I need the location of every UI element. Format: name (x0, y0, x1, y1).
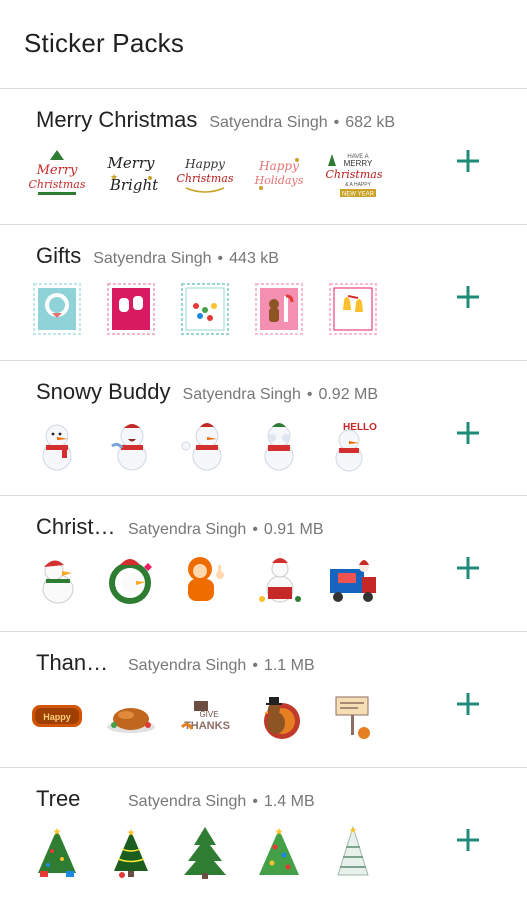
pack-title: Than… (36, 650, 109, 675)
add-pack-button[interactable] (453, 825, 483, 855)
pack-size: 1.1 MB (263, 657, 315, 674)
add-pack-button[interactable] (453, 553, 483, 583)
pack-author: Satyendra Singh (128, 793, 247, 810)
snowman-wave-icon (28, 416, 86, 474)
pack-author: Satyendra Singh (93, 250, 212, 267)
svg-text:Happy: Happy (258, 159, 299, 173)
plus-icon (457, 286, 479, 308)
pack-meta: Satyendra Singh • 0.91 MB (128, 521, 324, 538)
svg-text:★: ★ (275, 827, 284, 838)
give-thanks-text-icon: GIVE THANKS (176, 687, 234, 745)
pack-title: Snowy Buddy (36, 379, 171, 404)
wreath-stamp-icon (28, 280, 86, 338)
pack-size: 443 kB (229, 250, 279, 267)
ornament-tree-icon: ★ (250, 823, 308, 881)
pack-item-snowy-buddy[interactable]: Snowy Buddy Satyendra Singh • 0.92 MB HELL… (0, 360, 527, 495)
light-tree-icon: ★ (102, 823, 160, 881)
pack-meta: Satyendra Singh • 1.4 MB (128, 793, 315, 810)
svg-text:GIVE: GIVE (199, 710, 218, 719)
pack-size: 0.91 MB (263, 521, 324, 538)
plus-icon (457, 557, 479, 579)
happy-thanksgiving-text-icon: Happy (28, 687, 86, 745)
svg-text:NEW YEAR: NEW YEAR (342, 192, 375, 198)
bells-stamp-icon (324, 280, 382, 338)
pack-author: Satyendra Singh (209, 114, 328, 131)
app-bar: Sticker Packs (0, 0, 527, 86)
pack-author: Satyendra Singh (182, 386, 301, 403)
svg-text:★: ★ (127, 828, 136, 839)
snowman-laugh-icon (102, 416, 160, 474)
snowman-cover-face-icon (250, 416, 308, 474)
pack-item-thanksgiving[interactable]: Than… Satyendra Singh • 1.1 MB Happy GIVE T… (0, 631, 527, 766)
pack-meta: Satyendra Singh • 682 kB (209, 114, 396, 131)
pack-meta: Satyendra Singh • 443 kB (93, 250, 279, 267)
happy-holidays-text-icon: Happy Holidays (250, 144, 308, 202)
snowman-thumbs-up-icon (176, 416, 234, 474)
pack-title: Gifts (36, 243, 82, 268)
svg-text:Happy: Happy (43, 712, 71, 722)
pack-item-christmas-goose[interactable]: Christ… Satyendra Singh • 0.91 MB (0, 495, 527, 630)
svg-text:Christmas: Christmas (177, 172, 234, 185)
page-title: Sticker Packs (24, 27, 185, 58)
add-pack-button[interactable] (453, 418, 483, 448)
pack-title: Tree (36, 786, 81, 811)
ornaments-stamp-icon (176, 280, 234, 338)
santa-truck-icon (324, 551, 382, 609)
goose-wreath-icon (102, 551, 160, 609)
gingerbread-stamp-icon (250, 280, 308, 338)
pack-item-tree[interactable]: Tree Satyendra Singh • 1.4 MB ★ ★ ★ ★ (0, 767, 527, 902)
roast-turkey-icon (102, 687, 160, 745)
merry-bright-text-icon: Merry ★ Bright (102, 144, 160, 202)
svg-text:Merry: Merry (106, 154, 155, 172)
mittens-stamp-icon (102, 280, 160, 338)
pack-size: 0.92 MB (318, 386, 379, 403)
merry-christmas-new-year-text-icon: HAVE A MERRY Christmas & A HAPPY NEW YEAR (324, 144, 382, 202)
plus-icon (457, 422, 479, 444)
add-pack-button[interactable] (453, 146, 483, 176)
add-pack-button[interactable] (453, 689, 483, 719)
snowman-hello-icon: HELLO (324, 416, 382, 474)
merry-christmas-text-icon: Merry Christmas (28, 144, 86, 202)
svg-text:Merry: Merry (36, 163, 78, 178)
santa-goose-icon (28, 551, 86, 609)
plus-icon (457, 150, 479, 172)
svg-text:Christmas: Christmas (326, 168, 382, 181)
svg-text:Happy: Happy (184, 157, 225, 171)
pack-size: 1.4 MB (263, 793, 315, 810)
pack-meta: Satyendra Singh • 1.1 MB (128, 657, 315, 674)
svg-text:★: ★ (349, 825, 357, 835)
decorated-tree-icon: ★ (28, 823, 86, 881)
pack-title: Merry Christmas (36, 107, 198, 132)
happy-christmas-text-icon: Happy Christmas (176, 144, 234, 202)
plus-icon (457, 829, 479, 851)
svg-text:★: ★ (53, 827, 62, 838)
svg-text:MERRY: MERRY (344, 159, 373, 168)
orange-jacket-icon (176, 551, 234, 609)
pack-title: Christ… (36, 514, 116, 539)
plus-icon (457, 693, 479, 715)
goose-reading-icon (250, 551, 308, 609)
pack-author: Satyendra Singh (128, 521, 247, 538)
svg-text:Christmas: Christmas (29, 178, 86, 191)
turkey-pilgrim-icon (250, 687, 308, 745)
svg-text:& A HAPPY: & A HAPPY (345, 182, 372, 188)
svg-text:Holidays: Holidays (254, 174, 304, 187)
add-pack-button[interactable] (453, 282, 483, 312)
pack-size: 682 kB (345, 114, 396, 131)
pack-item-merry-christmas[interactable]: Merry Christmas Satyendra Singh • 682 kB M… (0, 88, 527, 223)
green-tree-icon (176, 823, 234, 881)
thanksgiving-sign-icon (324, 687, 382, 745)
pack-meta: Satyendra Singh • 0.92 MB (182, 386, 379, 403)
pack-item-gifts[interactable]: Gifts Satyendra Singh • 443 kB (0, 224, 527, 359)
pack-author: Satyendra Singh (128, 657, 247, 674)
snowy-tree-icon: ★ (324, 823, 382, 881)
